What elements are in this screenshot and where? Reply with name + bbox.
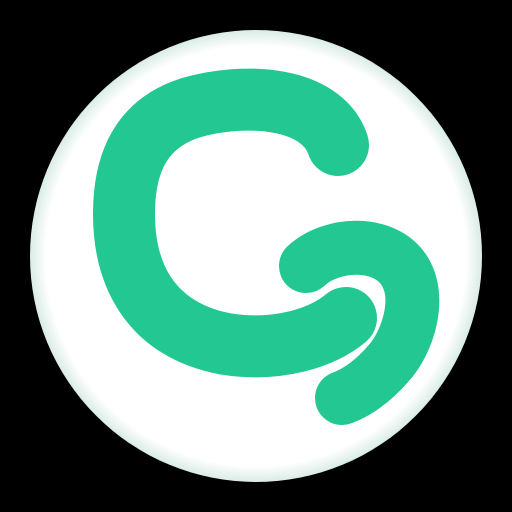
app-logo-icon [30,30,482,482]
app-icon-canvas [0,0,512,512]
